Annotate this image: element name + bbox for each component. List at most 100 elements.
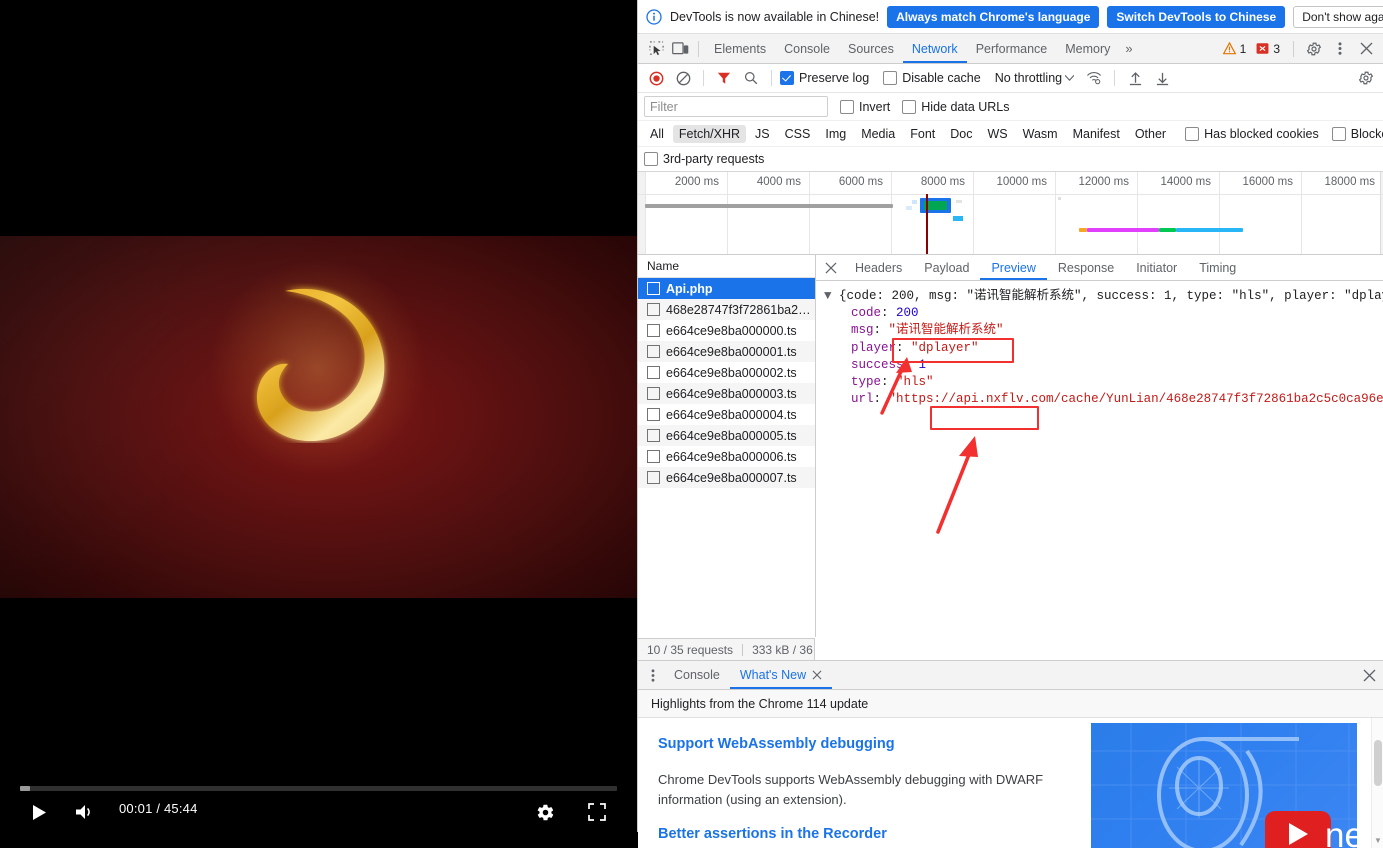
type-filter-img[interactable]: Img — [819, 125, 852, 143]
invert-checkbox[interactable]: Invert — [840, 100, 890, 114]
request-row-ts-2[interactable]: e664ce9e8ba000002.ts — [638, 362, 815, 383]
drawer-more-button[interactable] — [642, 664, 664, 686]
has-blocked-cookies-checkbox[interactable]: Has blocked cookies — [1185, 127, 1319, 141]
switch-to-chinese-button[interactable]: Switch DevTools to Chinese — [1107, 6, 1285, 28]
type-filter-font[interactable]: Font — [904, 125, 941, 143]
toolbar-divider-3 — [1114, 70, 1115, 86]
play-button[interactable] — [22, 797, 56, 827]
filter-input[interactable] — [644, 96, 828, 117]
export-har-button[interactable] — [1150, 67, 1174, 89]
third-party-box — [644, 152, 658, 166]
request-row-ts-4[interactable]: e664ce9e8ba000004.ts — [638, 404, 815, 425]
type-filter-fetch-xhr[interactable]: Fetch/XHR — [673, 125, 746, 143]
video-surface[interactable] — [0, 236, 637, 598]
request-row-ts-0[interactable]: e664ce9e8ba000000.ts — [638, 320, 815, 341]
annotation-box-domain — [930, 406, 1039, 430]
request-row-ts-3[interactable]: e664ce9e8ba000003.ts — [638, 383, 815, 404]
dont-show-again-button[interactable]: Don't show again — [1293, 6, 1383, 28]
record-stop-icon — [649, 71, 664, 86]
record-button[interactable] — [644, 67, 668, 89]
tab-elements[interactable]: Elements — [705, 35, 775, 63]
tab-network[interactable]: Network — [903, 35, 967, 63]
kebab-menu-icon — [1338, 41, 1342, 56]
detail-tab-payload[interactable]: Payload — [913, 256, 980, 280]
request-list-column-header[interactable]: Name — [638, 255, 815, 278]
disable-cache-checkbox[interactable]: Disable cache — [883, 71, 981, 85]
request-name: e664ce9e8ba000002.ts — [666, 366, 797, 380]
network-overview-timeline[interactable]: 2000 ms 4000 ms 6000 ms 8000 ms 10000 ms… — [638, 172, 1383, 255]
type-filter-js[interactable]: JS — [749, 125, 776, 143]
type-filter-media[interactable]: Media — [855, 125, 901, 143]
type-filter-manifest[interactable]: Manifest — [1067, 125, 1126, 143]
tab-console[interactable]: Console — [775, 35, 839, 63]
tab-memory[interactable]: Memory — [1056, 35, 1119, 63]
whats-new-article-title-2[interactable]: Better assertions in the Recorder — [658, 826, 887, 842]
network-status-bar: 10 / 35 requests 333 kB / 36 — [638, 638, 815, 660]
request-row-m3u8[interactable]: 468e28747f3f72861ba2c5... — [638, 299, 815, 320]
detail-tab-headers[interactable]: Headers — [844, 256, 913, 280]
detail-tab-response[interactable]: Response — [1047, 256, 1125, 280]
blocked-requests-checkbox[interactable]: Blocked Requests — [1332, 127, 1383, 141]
third-party-requests-checkbox[interactable]: 3rd-party requests — [644, 152, 764, 166]
inspect-element-button[interactable] — [644, 38, 668, 60]
error-badge[interactable]: 3 — [1253, 41, 1285, 57]
type-filter-wasm[interactable]: Wasm — [1017, 125, 1064, 143]
preview-json-viewer[interactable]: ▼ {code: 200, msg: "诺讯智能解析系统", success: … — [816, 281, 1383, 637]
throttling-dropdown[interactable]: No throttling — [995, 71, 1074, 85]
fullscreen-button[interactable] — [580, 797, 614, 827]
whats-new-scrollbar[interactable]: ▲ ▼ — [1371, 718, 1383, 848]
devtools-settings-button[interactable] — [1302, 38, 1326, 60]
search-button[interactable] — [739, 67, 763, 89]
json-value: "dplayer" — [911, 341, 979, 355]
more-tabs-chevron-icon[interactable]: » — [1119, 41, 1138, 56]
detail-tab-initiator[interactable]: Initiator — [1125, 256, 1188, 280]
expand-triangle-icon[interactable]: ▼ — [824, 289, 839, 303]
scrollbar-thumb[interactable] — [1374, 740, 1382, 786]
request-row-ts-6[interactable]: e664ce9e8ba000006.ts — [638, 446, 815, 467]
detail-tab-preview[interactable]: Preview — [980, 256, 1046, 280]
type-filter-other[interactable]: Other — [1129, 125, 1172, 143]
drawer-tab-whats-new[interactable]: What's New — [730, 662, 832, 689]
overview-minor-bar — [1058, 197, 1061, 200]
detail-tab-timing[interactable]: Timing — [1188, 256, 1247, 280]
request-row-ts-7[interactable]: e664ce9e8ba000007.ts — [638, 467, 815, 488]
close-icon[interactable] — [812, 670, 822, 680]
warning-triangle-icon — [1223, 42, 1236, 55]
tab-sources[interactable]: Sources — [839, 35, 903, 63]
filter-toggle-button[interactable] — [712, 67, 736, 89]
progress-bar[interactable] — [20, 786, 617, 791]
whats-new-article-title[interactable]: Support WebAssembly debugging — [658, 736, 895, 752]
tab-performance[interactable]: Performance — [967, 35, 1057, 63]
request-row-api-php[interactable]: Api.php — [638, 278, 815, 299]
device-toolbar-button[interactable] — [668, 38, 692, 60]
network-settings-button[interactable] — [1354, 67, 1378, 89]
drawer-tab-console[interactable]: Console — [664, 662, 730, 689]
type-filter-all[interactable]: All — [644, 125, 670, 143]
always-match-language-button[interactable]: Always match Chrome's language — [887, 6, 1099, 28]
error-count: 3 — [1273, 42, 1280, 56]
json-summary-row[interactable]: ▼ {code: 200, msg: "诺讯智能解析系统", success: … — [824, 288, 1383, 305]
type-filter-doc[interactable]: Doc — [944, 125, 978, 143]
scroll-down-arrow-icon[interactable]: ▼ — [1372, 834, 1383, 846]
third-party-row: 3rd-party requests — [638, 147, 1383, 172]
drawer-close-button[interactable] — [1358, 664, 1380, 686]
network-conditions-button[interactable] — [1082, 67, 1106, 89]
preserve-log-checkbox[interactable]: Preserve log — [780, 71, 869, 85]
request-row-ts-5[interactable]: e664ce9e8ba000005.ts — [638, 425, 815, 446]
request-row-ts-1[interactable]: e664ce9e8ba000001.ts — [638, 341, 815, 362]
type-filter-ws[interactable]: WS — [981, 125, 1013, 143]
volume-button[interactable] — [68, 797, 102, 827]
whats-new-thumbnail[interactable]: new — [1091, 723, 1357, 848]
devtools-more-button[interactable] — [1328, 38, 1352, 60]
import-har-button[interactable] — [1123, 67, 1147, 89]
type-filter-css[interactable]: CSS — [779, 125, 817, 143]
warning-badge[interactable]: 1 — [1220, 41, 1252, 57]
upload-icon — [1128, 71, 1143, 86]
player-settings-button[interactable] — [528, 797, 562, 827]
devtools-close-button[interactable] — [1354, 38, 1378, 60]
clear-button[interactable] — [671, 67, 695, 89]
detail-close-button[interactable] — [818, 256, 844, 280]
request-list-rows[interactable]: Api.php 468e28747f3f72861ba2c5... e664ce… — [638, 278, 815, 637]
overview-minor-bar — [956, 200, 962, 203]
hide-data-urls-checkbox[interactable]: Hide data URLs — [902, 100, 1009, 114]
